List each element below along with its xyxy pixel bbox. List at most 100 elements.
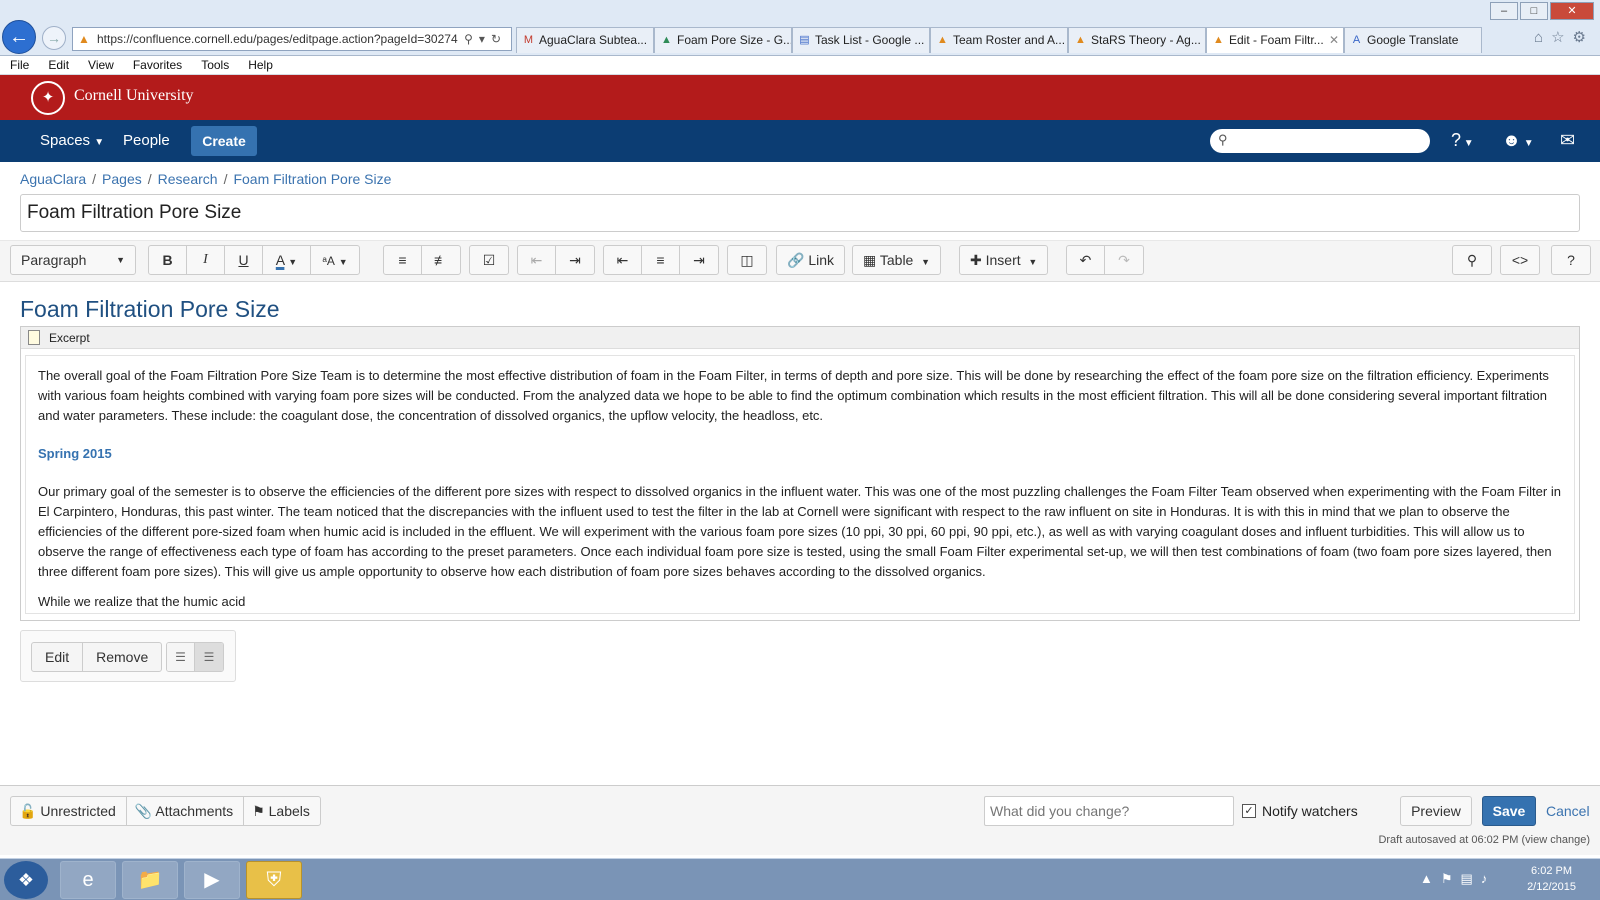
table-button[interactable]: ▦ Table ▼: [853, 246, 940, 274]
macro-property-panel: Edit Remove ☰ ☰: [20, 630, 236, 682]
menu-item[interactable]: Favorites: [133, 56, 182, 74]
search-input[interactable]: [1210, 129, 1430, 153]
cornell-seal-icon[interactable]: ✦: [31, 81, 65, 115]
insert-label: Insert: [985, 252, 1021, 268]
outdent-icon[interactable]: ⇤: [518, 246, 556, 274]
dropdown-icon[interactable]: ▾: [479, 32, 491, 46]
align-full-icon[interactable]: ☰: [195, 643, 223, 671]
remove-macro-button[interactable]: Remove: [83, 643, 161, 671]
align-right-icon[interactable]: ⇥: [680, 246, 718, 274]
browser-tab[interactable]: ▤ Task List - Google ...: [792, 27, 930, 53]
edit-macro-button[interactable]: Edit: [32, 643, 84, 671]
browser-tab[interactable]: ▲ Foam Pore Size - G...: [654, 27, 792, 53]
table-icon: ▦: [863, 252, 877, 268]
excerpt-body[interactable]: The overall goal of the Foam Filtration …: [25, 355, 1575, 614]
help-group: ?: [1551, 245, 1591, 275]
help-icon[interactable]: ? ▼: [1451, 130, 1474, 151]
gear-icon[interactable]: ⚙: [1573, 29, 1594, 46]
forward-button[interactable]: →: [42, 26, 66, 50]
search-icon: ⚲: [1218, 132, 1228, 147]
menu-item[interactable]: Help: [248, 56, 273, 74]
page-title-input[interactable]: [20, 194, 1580, 232]
maximize-button[interactable]: □: [1520, 2, 1548, 20]
favorites-star-icon[interactable]: ☆: [1551, 29, 1572, 46]
attachments-button[interactable]: 📎 Attachments: [127, 797, 245, 825]
close-tab-icon[interactable]: ✕: [1329, 28, 1339, 52]
link-button[interactable]: 🔗 Link: [777, 246, 844, 274]
align-center-icon[interactable]: ≡: [642, 246, 680, 274]
italic-button[interactable]: I: [187, 246, 225, 274]
insert-button[interactable]: ✚ Insert ▼: [960, 246, 1047, 274]
spaces-menu[interactable]: Spaces ▼: [40, 132, 104, 149]
action-center-flag-icon[interactable]: ⚑: [1441, 871, 1461, 886]
align-left-icon[interactable]: ⇤: [604, 246, 642, 274]
back-button[interactable]: ←: [2, 20, 36, 54]
breadcrumb-research[interactable]: Research: [158, 171, 218, 187]
humic-paragraph[interactable]: While we realize that the humic acid: [38, 592, 1562, 612]
notifications-icon[interactable]: ✉: [1560, 130, 1575, 151]
excerpt-macro[interactable]: Excerpt The overall goal of the Foam Fil…: [20, 326, 1580, 621]
breadcrumb-current-page[interactable]: Foam Filtration Pore Size: [233, 171, 391, 187]
spring-paragraph[interactable]: Our primary goal of the semester is to o…: [38, 482, 1562, 582]
task-list-icon[interactable]: ☑: [470, 246, 508, 274]
cancel-link[interactable]: Cancel: [1546, 803, 1590, 819]
notify-watchers-label[interactable]: Notify watchers: [1262, 803, 1358, 819]
browser-tab[interactable]: M AguaClara Subtea...: [516, 27, 654, 53]
paragraph-style-dropdown[interactable]: Paragraph ▼: [10, 245, 136, 275]
file-explorer-icon[interactable]: 📁: [122, 861, 178, 899]
close-window-button[interactable]: ✕: [1550, 2, 1594, 20]
restrictions-button[interactable]: 🔓 Unrestricted: [11, 797, 127, 825]
home-icon[interactable]: ⌂: [1534, 29, 1551, 46]
underline-button[interactable]: U: [225, 246, 263, 274]
bullet-list-icon[interactable]: ≡: [384, 246, 422, 274]
people-link[interactable]: People: [123, 132, 170, 149]
volume-icon[interactable]: ♪: [1481, 871, 1496, 886]
change-comment-input[interactable]: [984, 796, 1234, 826]
network-icon[interactable]: ▤: [1461, 871, 1481, 886]
start-button[interactable]: ❖: [4, 861, 48, 899]
browser-tab[interactable]: ▲ Team Roster and A...: [930, 27, 1068, 53]
redo-icon[interactable]: ↷: [1105, 246, 1143, 274]
refresh-icon[interactable]: ↻: [491, 32, 507, 46]
university-name[interactable]: Cornell University: [74, 87, 194, 105]
source-editor-icon[interactable]: <>: [1501, 246, 1539, 274]
text-color-button[interactable]: A ▼: [263, 246, 311, 274]
menu-item[interactable]: Edit: [48, 56, 69, 74]
breadcrumb: AguaClara / Pages / Research / Foam Filtration…: [20, 171, 392, 187]
align-left-icon[interactable]: ☰: [167, 643, 195, 671]
labels-button[interactable]: ⚑ Labels: [244, 797, 320, 825]
undo-icon[interactable]: ↶: [1067, 246, 1105, 274]
address-bar[interactable]: ▲ https://confluence.cornell.edu/pages/e…: [72, 27, 512, 51]
find-replace-icon[interactable]: ⚲: [1453, 246, 1491, 274]
notify-watchers-checkbox[interactable]: ✓: [1242, 804, 1256, 818]
browser-tab[interactable]: A Google Translate: [1344, 27, 1482, 53]
menu-item[interactable]: Tools: [201, 56, 229, 74]
internet-explorer-icon[interactable]: e: [60, 861, 116, 899]
user-avatar-icon[interactable]: ☻ ▼: [1502, 130, 1534, 151]
minimize-button[interactable]: –: [1490, 2, 1518, 20]
save-button[interactable]: Save: [1482, 796, 1536, 826]
tab-label: Edit - Foam Filtr...: [1229, 33, 1324, 47]
menu-item[interactable]: View: [88, 56, 114, 74]
browser-tab[interactable]: ▲ StaRS Theory - Ag...: [1068, 27, 1206, 53]
bold-button[interactable]: B: [149, 246, 187, 274]
media-player-icon[interactable]: ▶: [184, 861, 240, 899]
intro-paragraph[interactable]: The overall goal of the Foam Filtration …: [38, 366, 1562, 426]
indent-icon[interactable]: ⇥: [556, 246, 594, 274]
browser-tab[interactable]: ▲ Edit - Foam Filtr... ✕: [1206, 27, 1344, 53]
menu-item[interactable]: File: [10, 56, 29, 74]
breadcrumb-pages[interactable]: Pages: [102, 171, 142, 187]
create-button[interactable]: Create: [191, 126, 257, 156]
section-heading[interactable]: Spring 2015: [38, 444, 1562, 464]
preview-button[interactable]: Preview: [1400, 796, 1472, 826]
system-clock[interactable]: 6:02 PM 2/12/2015: [1527, 863, 1576, 895]
show-hidden-icon[interactable]: ▲: [1420, 871, 1441, 886]
macro-alignment: ☰ ☰: [166, 642, 224, 672]
editor-help-icon[interactable]: ?: [1552, 246, 1590, 274]
security-shield-icon[interactable]: ⛨: [246, 861, 302, 899]
breadcrumb-aguaclara[interactable]: AguaClara: [20, 171, 86, 187]
numbered-list-icon[interactable]: ≢: [422, 246, 460, 274]
more-formatting-button[interactable]: ᵃA ▼: [311, 246, 359, 274]
page-layout-icon[interactable]: ◫: [728, 246, 766, 274]
search-icon[interactable]: ⚲: [464, 32, 479, 46]
